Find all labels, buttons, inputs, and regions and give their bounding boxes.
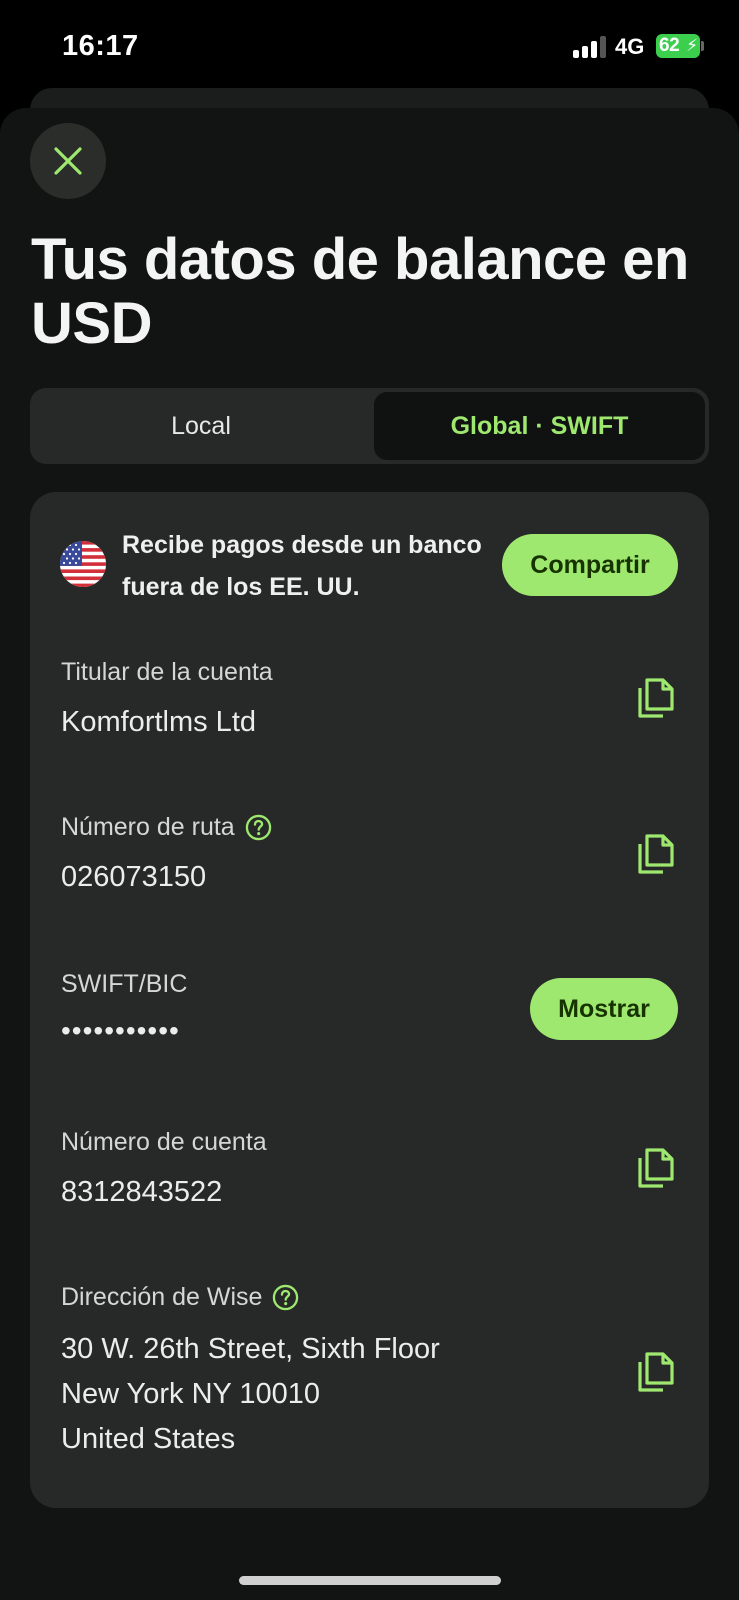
routing-value: 026073150 [61,861,207,893]
receive-payments-text: Recibe pagos desde un banco fuera de los… [122,531,482,601]
account-number-label: Número de cuenta [61,1128,267,1157]
address-line: United States [61,1423,236,1455]
account-type-tabs: Local Global · SWIFT [30,388,709,464]
copy-icon[interactable] [636,1146,676,1190]
copy-icon[interactable] [636,1350,676,1394]
account-number-value: 8312843522 [61,1176,223,1208]
battery-level: 62 [659,35,680,56]
home-indicator[interactable] [239,1576,501,1585]
holder-value: Komfortlms Ltd [61,706,256,738]
address-line: New York NY 10010 [61,1378,321,1410]
battery-icon: 62 ⚡ [656,34,700,58]
holder-label-text: Titular de la cuenta [61,658,273,686]
battery-tip [701,41,704,51]
network-type: 4G [615,34,645,59]
close-icon [54,147,82,175]
show-swift-button[interactable]: Mostrar [530,978,678,1040]
copy-icon[interactable] [636,832,676,876]
charging-bolt-icon: ⚡ [686,36,698,55]
share-button[interactable]: Compartir [502,534,678,596]
address-label-text: Dirección de Wise [61,1283,263,1311]
tab-local[interactable]: Local [34,392,368,460]
us-flag-icon [60,541,106,587]
holder-label: Titular de la cuenta [61,658,273,687]
help-icon[interactable] [272,1284,299,1311]
address-line: 30 W. 26th Street, Sixth Floor [61,1333,440,1365]
signal-icon [573,36,607,58]
status-time: 16:17 [62,30,139,62]
tab-global-swift[interactable]: Global · SWIFT [374,392,705,460]
page-title: Tus datos de balance en USD [31,227,689,356]
account-number-label-text: Número de cuenta [61,1128,267,1156]
swift-label: SWIFT/BIC [61,970,187,999]
copy-icon[interactable] [636,676,676,720]
close-button[interactable] [30,123,106,199]
swift-value-masked: ••••••••••• [61,1015,180,1046]
routing-label: Número de ruta [61,813,272,842]
status-bar: 16:17 4G 62 ⚡ [0,0,739,90]
routing-label-text: Número de ruta [61,813,235,841]
address-label: Dirección de Wise [61,1283,299,1312]
help-icon[interactable] [245,814,272,841]
swift-label-text: SWIFT/BIC [61,970,188,998]
